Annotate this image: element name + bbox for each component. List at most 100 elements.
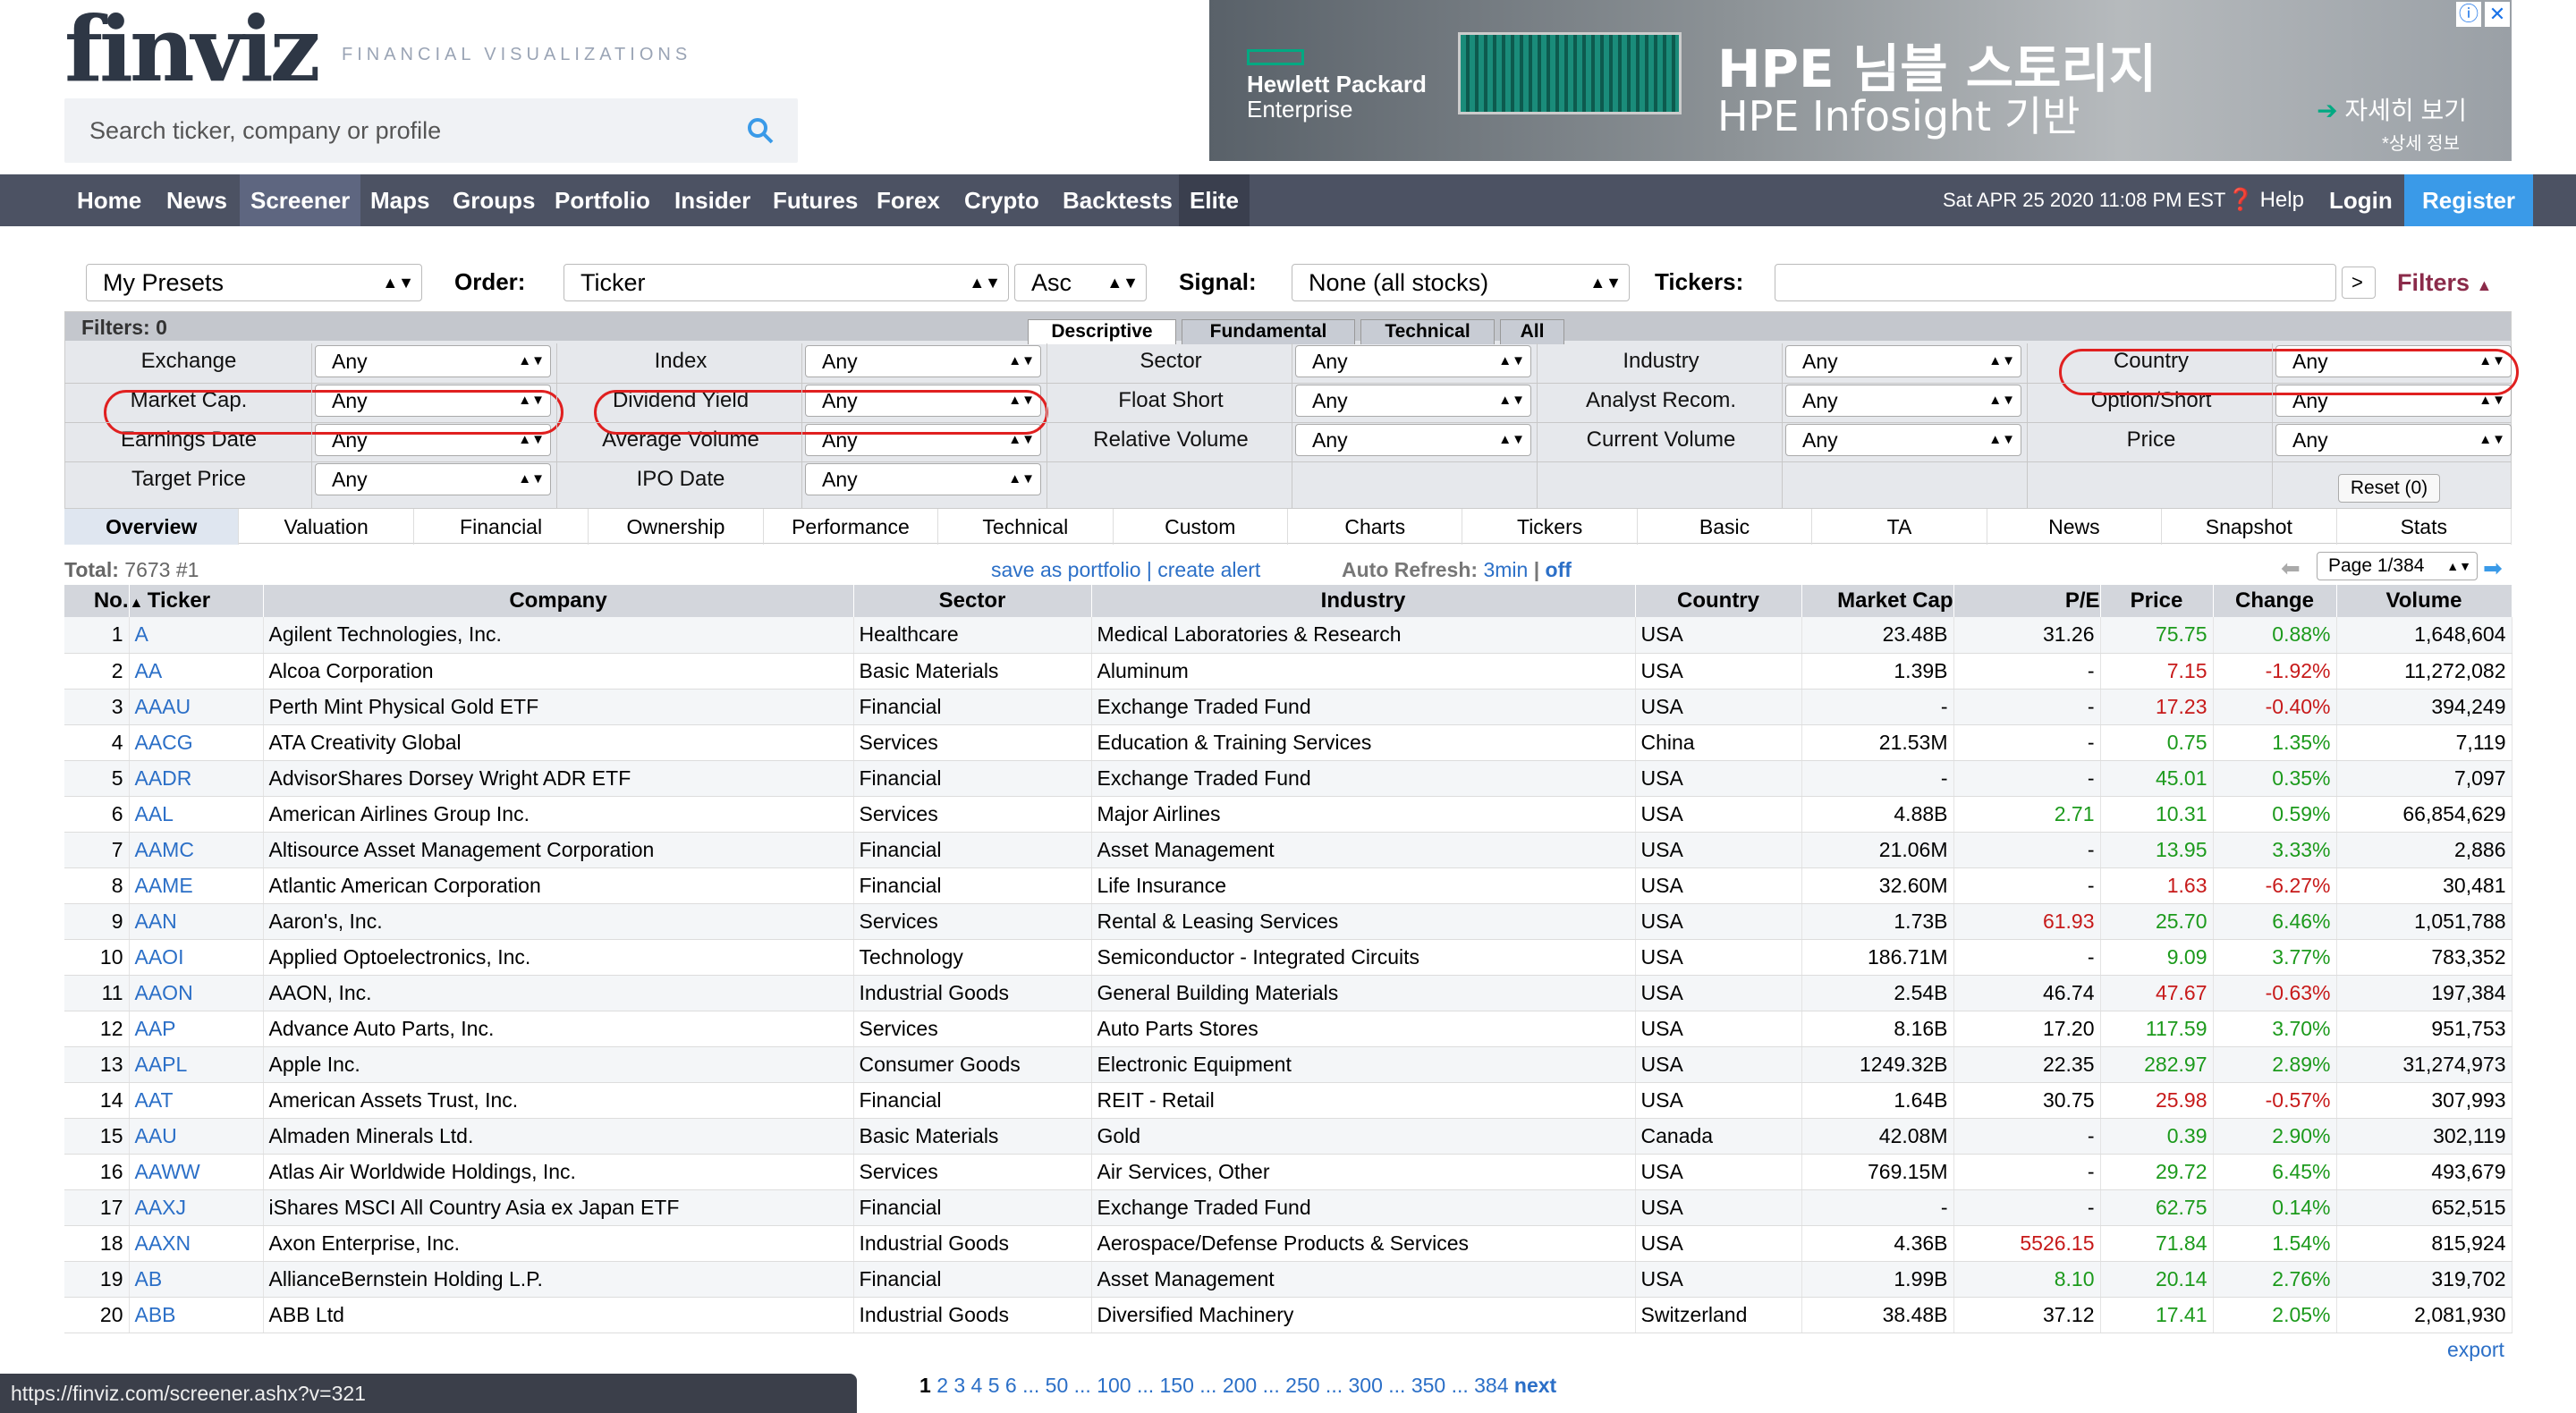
ticker-link[interactable]: A bbox=[129, 617, 264, 654]
nav-crypto[interactable]: Crypto bbox=[953, 174, 1050, 226]
view-tab-financial[interactable]: Financial bbox=[414, 509, 589, 545]
ticker-link[interactable]: AAMC bbox=[129, 832, 264, 868]
ticker-link[interactable]: AAPL bbox=[129, 1046, 264, 1083]
table-row[interactable]: 15 AAU Almaden Minerals Ltd. Basic Material… bbox=[64, 1118, 2512, 1155]
filter-select-current-volume[interactable]: Any ▲▼ bbox=[1785, 424, 2021, 456]
table-row[interactable]: 19 AB AllianceBernstein Holding L.P. Financ… bbox=[64, 1261, 2512, 1298]
column-header-ticker[interactable]: ▲ Ticker bbox=[129, 585, 264, 617]
view-tab-stats[interactable]: Stats bbox=[2337, 509, 2512, 545]
column-header-sector[interactable]: Sector bbox=[853, 585, 1092, 617]
tab-fundamental[interactable]: Fundamental bbox=[1182, 319, 1355, 344]
column-header-volume[interactable]: Volume bbox=[2336, 585, 2512, 617]
view-tab-valuation[interactable]: Valuation bbox=[239, 509, 414, 545]
view-tab-ownership[interactable]: Ownership bbox=[589, 509, 764, 545]
ticker-link[interactable]: AAAU bbox=[129, 689, 264, 725]
tickers-go-button[interactable]: > bbox=[2342, 267, 2376, 299]
nav-portfolio[interactable]: Portfolio bbox=[544, 174, 661, 226]
tickers-input[interactable] bbox=[1775, 264, 2336, 301]
view-tab-tickers[interactable]: Tickers bbox=[1462, 509, 1638, 545]
tab-descriptive[interactable]: Descriptive bbox=[1028, 319, 1176, 344]
order-direction-select[interactable]: Asc ▲▼ bbox=[1014, 264, 1147, 301]
prev-page-icon[interactable]: ⬅ bbox=[2281, 554, 2301, 582]
ticker-link[interactable]: ABB bbox=[129, 1297, 264, 1333]
ticker-link[interactable]: AAP bbox=[129, 1011, 264, 1047]
view-tab-snapshot[interactable]: Snapshot bbox=[2162, 509, 2337, 545]
view-tab-news[interactable]: News bbox=[1987, 509, 2163, 545]
save-portfolio-link[interactable]: save as portfolio bbox=[991, 558, 1140, 581]
tab-all[interactable]: All bbox=[1500, 319, 1564, 344]
refresh-interval-link[interactable]: 3min bbox=[1483, 558, 1528, 581]
view-tab-basic[interactable]: Basic bbox=[1638, 509, 1813, 545]
help-link[interactable]: ❓ Help bbox=[2227, 174, 2304, 226]
refresh-off-link[interactable]: off bbox=[1546, 558, 1572, 581]
nav-insider[interactable]: Insider bbox=[664, 174, 761, 226]
table-row[interactable]: 8 AAME Atlantic American Corporation Financ… bbox=[64, 867, 2512, 904]
column-header-no[interactable]: No. bbox=[64, 585, 130, 617]
nav-screener[interactable]: Screener bbox=[240, 174, 361, 226]
reset-button[interactable]: Reset (0) bbox=[2338, 474, 2440, 503]
filter-select-price[interactable]: Any ▲▼ bbox=[2275, 424, 2512, 456]
table-row[interactable]: 6 AAL American Airlines Group Inc. Services… bbox=[64, 796, 2512, 833]
adchoices-icon[interactable]: ⓘ bbox=[2456, 2, 2481, 27]
table-row[interactable]: 1 A Agilent Technologies, Inc. Healthcare Me… bbox=[64, 617, 2512, 654]
ticker-link[interactable]: AAOI bbox=[129, 939, 264, 976]
nav-futures[interactable]: Futures bbox=[762, 174, 869, 226]
ad-cta[interactable]: ➔ 자세히 보기 bbox=[2317, 91, 2467, 127]
ticker-link[interactable]: AAON bbox=[129, 975, 264, 1011]
ticker-link[interactable]: AAXN bbox=[129, 1225, 264, 1262]
ticker-link[interactable]: AAN bbox=[129, 903, 264, 940]
next-page-icon[interactable]: ➡ bbox=[2483, 554, 2503, 582]
nav-groups[interactable]: Groups bbox=[442, 174, 546, 226]
table-row[interactable]: 5 AADR AdvisorShares Dorsey Wright ADR ETF… bbox=[64, 760, 2512, 797]
ticker-link[interactable]: AAXJ bbox=[129, 1189, 264, 1226]
nav-maps[interactable]: Maps bbox=[360, 174, 440, 226]
filter-select-index[interactable]: Any ▲▼ bbox=[805, 345, 1041, 377]
table-row[interactable]: 4 AACG ATA Creativity Global Services Educat… bbox=[64, 724, 2512, 761]
presets-select[interactable]: My Presets ▲▼ bbox=[86, 264, 422, 301]
table-row[interactable]: 7 AAMC Altisource Asset Management Corpora… bbox=[64, 832, 2512, 868]
nav-home[interactable]: Home bbox=[66, 174, 152, 226]
view-tab-charts[interactable]: Charts bbox=[1288, 509, 1463, 545]
ticker-link[interactable]: AA bbox=[129, 653, 264, 690]
filter-select-relative-volume[interactable]: Any ▲▼ bbox=[1295, 424, 1531, 456]
create-alert-link[interactable]: create alert bbox=[1157, 558, 1260, 581]
filter-select-sector[interactable]: Any ▲▼ bbox=[1295, 345, 1531, 377]
ticker-link[interactable]: AAT bbox=[129, 1082, 264, 1119]
filter-select-float-short[interactable]: Any ▲▼ bbox=[1295, 385, 1531, 417]
table-row[interactable]: 2 AA Alcoa Corporation Basic Materials Alumi… bbox=[64, 653, 2512, 690]
filter-select-exchange[interactable]: Any ▲▼ bbox=[315, 345, 551, 377]
login-link[interactable]: Login bbox=[2329, 174, 2393, 226]
filter-select-analyst-recom[interactable]: Any ▲▼ bbox=[1785, 385, 2021, 417]
nav-elite[interactable]: Elite bbox=[1179, 174, 1250, 226]
ticker-link[interactable]: AADR bbox=[129, 760, 264, 797]
table-row[interactable]: 14 AAT American Assets Trust, Inc. Financia… bbox=[64, 1082, 2512, 1119]
view-tab-ta[interactable]: TA bbox=[1812, 509, 1987, 545]
view-tab-technical[interactable]: Technical bbox=[938, 509, 1114, 545]
table-row[interactable]: 13 AAPL Apple Inc. Consumer Goods Electronic… bbox=[64, 1046, 2512, 1083]
view-tab-custom[interactable]: Custom bbox=[1114, 509, 1288, 545]
column-header-country[interactable]: Country bbox=[1635, 585, 1802, 617]
view-tab-performance[interactable]: Performance bbox=[764, 509, 939, 545]
nav-backtests[interactable]: Backtests bbox=[1052, 174, 1183, 226]
column-header-p-e[interactable]: P/E bbox=[1953, 585, 2101, 617]
ticker-link[interactable]: AB bbox=[129, 1261, 264, 1298]
ticker-link[interactable]: AAWW bbox=[129, 1154, 264, 1190]
table-row[interactable]: 16 AAWW Atlas Air Worldwide Holdings, Inc.… bbox=[64, 1154, 2512, 1190]
view-tab-overview[interactable]: Overview bbox=[64, 509, 240, 545]
filter-select-industry[interactable]: Any ▲▼ bbox=[1785, 345, 2021, 377]
ticker-link[interactable]: AAU bbox=[129, 1118, 264, 1155]
ticker-link[interactable]: AACG bbox=[129, 724, 264, 761]
table-row[interactable]: 11 AAON AAON, Inc. Industrial Goods General … bbox=[64, 975, 2512, 1011]
table-row[interactable]: 18 AAXN Axon Enterprise, Inc. Industrial Go… bbox=[64, 1225, 2512, 1262]
search-icon[interactable] bbox=[744, 114, 776, 147]
filter-select-ipo-date[interactable]: Any ▲▼ bbox=[805, 463, 1041, 495]
filter-select-target-price[interactable]: Any ▲▼ bbox=[315, 463, 551, 495]
ticker-link[interactable]: AAL bbox=[129, 796, 264, 833]
finviz-logo[interactable]: finviz bbox=[64, 0, 321, 102]
page-select[interactable]: Page 1/384 ▲▼ bbox=[2317, 552, 2478, 580]
tab-technical[interactable]: Technical bbox=[1360, 319, 1495, 344]
signal-select[interactable]: None (all stocks) ▲▼ bbox=[1292, 264, 1630, 301]
table-row[interactable]: 12 AAP Advance Auto Parts, Inc. Services Aut… bbox=[64, 1011, 2512, 1047]
column-header-change[interactable]: Change bbox=[2213, 585, 2337, 617]
table-row[interactable]: 20 ABB ABB Ltd Industrial Goods Diversified … bbox=[64, 1297, 2512, 1333]
